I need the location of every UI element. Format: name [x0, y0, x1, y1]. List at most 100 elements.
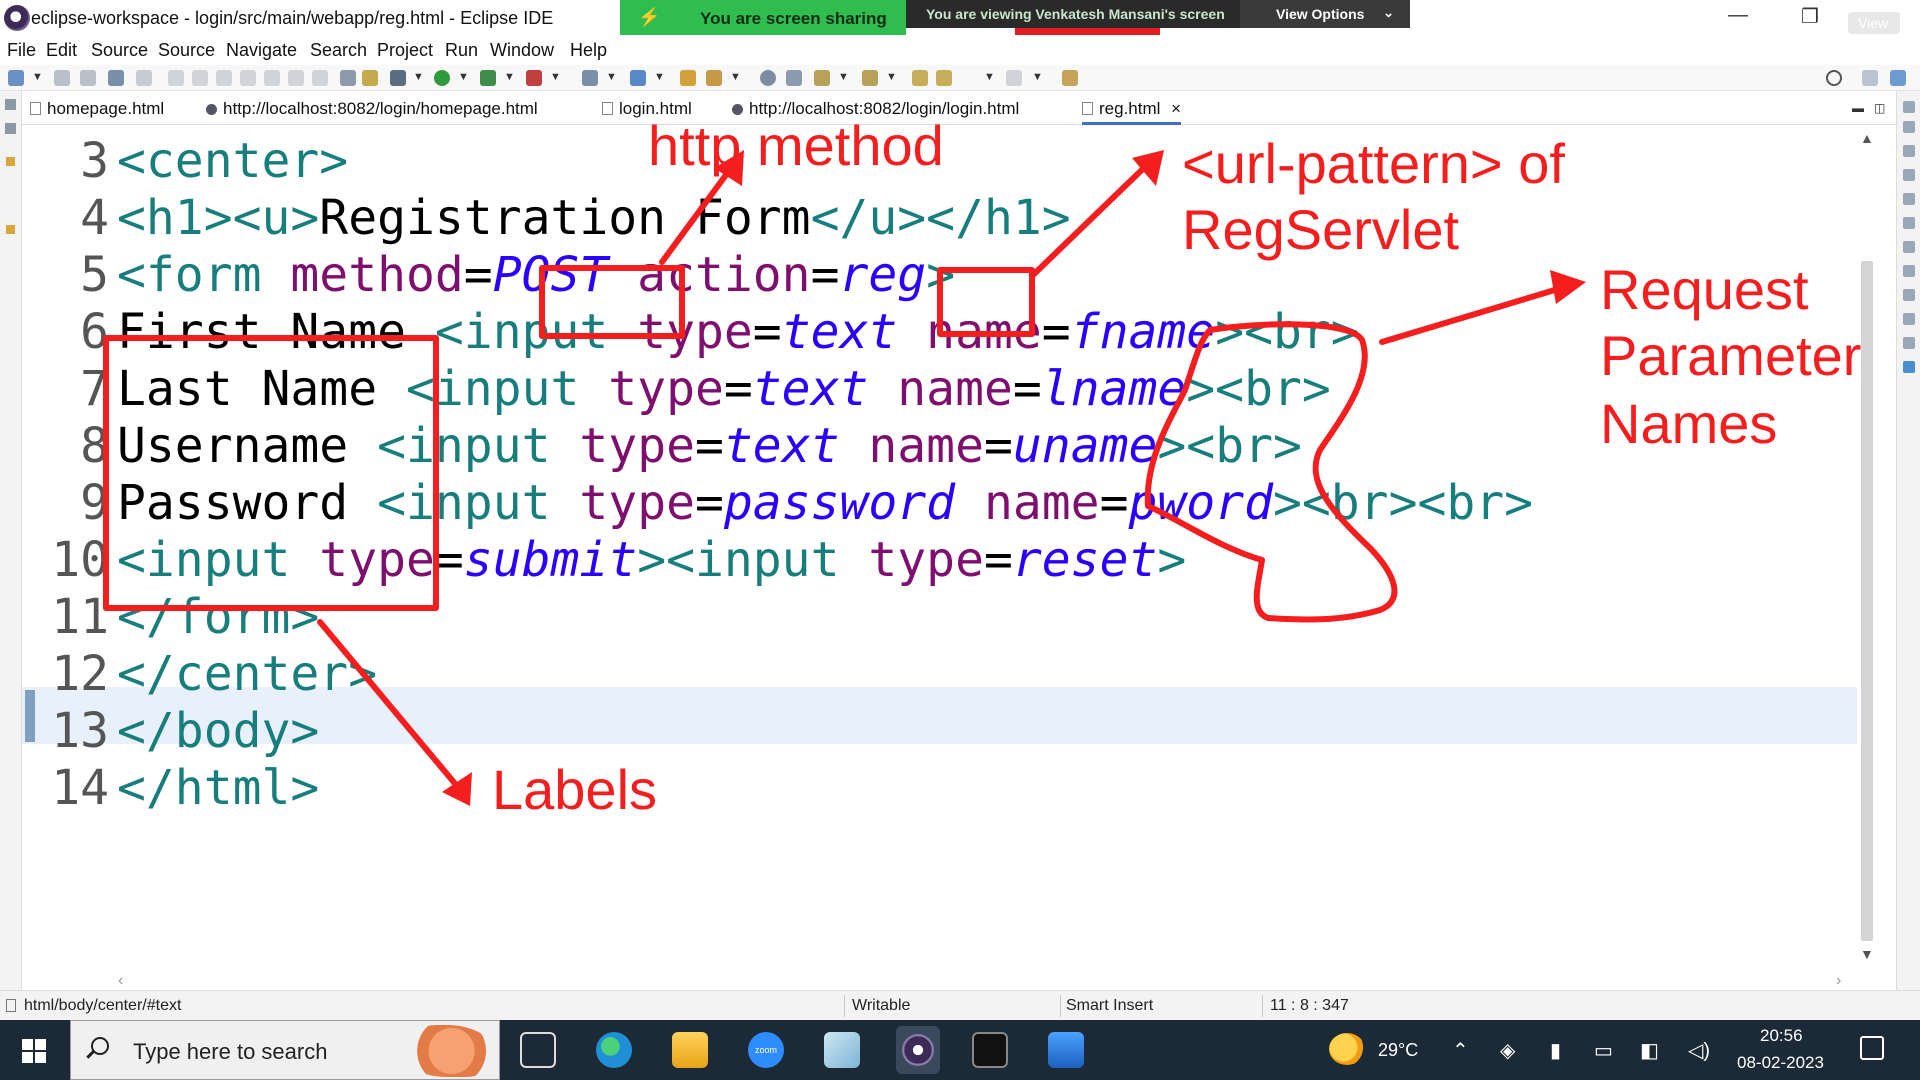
- code-line[interactable]: 8 Username <input type=text name=uname><b…: [22, 418, 1302, 475]
- scroll-up-icon[interactable]: ▲: [1860, 130, 1874, 146]
- menu-search[interactable]: Search: [310, 40, 367, 61]
- menu-edit[interactable]: Edit: [46, 40, 77, 61]
- clock-time[interactable]: 20:56: [1760, 1026, 1803, 1046]
- caret-down-icon[interactable]: ▼: [606, 71, 617, 83]
- tab-localhost-homepage[interactable]: http://localhost:8082/login/homepage.htm…: [206, 99, 538, 125]
- eclipse-taskbar-icon[interactable]: [896, 1026, 940, 1074]
- search-tool-icon[interactable]: [706, 70, 722, 86]
- weather-temperature[interactable]: 29°C: [1378, 1040, 1418, 1061]
- eclipse-logo-icon[interactable]: [4, 5, 30, 31]
- zoom-icon[interactable]: zoom: [748, 1032, 784, 1068]
- caret-down-icon[interactable]: ▼: [838, 71, 849, 83]
- caret-down-icon[interactable]: ▼: [1032, 71, 1043, 83]
- minimize-button[interactable]: —: [1718, 4, 1758, 30]
- scroll-left-icon[interactable]: ‹: [118, 972, 123, 990]
- use-step-filters-icon[interactable]: [340, 70, 356, 86]
- annotation-prev-icon[interactable]: [862, 70, 878, 86]
- notepad-icon[interactable]: [824, 1032, 860, 1068]
- step-return-icon[interactable]: [312, 70, 328, 86]
- scrollbar-thumb[interactable]: [1861, 261, 1873, 941]
- show-hidden-icons-icon[interactable]: ⌃: [1452, 1038, 1469, 1063]
- task-view-icon[interactable]: [520, 1032, 556, 1068]
- notification-center-icon[interactable]: [1860, 1036, 1884, 1060]
- edge-icon[interactable]: [596, 1032, 632, 1068]
- problems-icon[interactable]: [1903, 265, 1915, 277]
- microphone-icon[interactable]: ▮: [1550, 1038, 1561, 1063]
- maximize-editor-icon[interactable]: ◫: [1874, 101, 1885, 115]
- code-editor[interactable]: 3 <center> 4 <h1><u>Registration Form</u><…: [22, 126, 1876, 974]
- minimize-view-icon[interactable]: [1903, 101, 1915, 113]
- scroll-down-icon[interactable]: ▼: [1860, 946, 1874, 962]
- step-over-icon[interactable]: [288, 70, 304, 86]
- code-line[interactable]: 14 </html>: [22, 760, 319, 817]
- caret-down-icon[interactable]: ▼: [458, 71, 469, 83]
- terminal-icon[interactable]: [108, 70, 124, 86]
- caret-down-icon[interactable]: ▼: [984, 71, 995, 83]
- view-badge[interactable]: View: [1848, 12, 1900, 34]
- maximize-view-icon[interactable]: [1903, 121, 1915, 133]
- new-class-icon[interactable]: [630, 70, 646, 86]
- tab-reg-html[interactable]: reg.html ×: [1082, 99, 1182, 125]
- volume-icon[interactable]: ◁): [1688, 1038, 1710, 1063]
- caret-down-icon[interactable]: ▼: [413, 71, 424, 83]
- snippets-icon[interactable]: [1903, 241, 1915, 253]
- last-edit-icon[interactable]: [912, 70, 928, 86]
- code-line[interactable]: 5 <form method=POST action=reg>: [22, 247, 955, 304]
- run-icon[interactable]: [434, 70, 450, 86]
- weather-icon[interactable]: [1329, 1033, 1365, 1065]
- restore-button[interactable]: ❐: [1790, 4, 1830, 30]
- tab-homepage-html[interactable]: homepage.html: [30, 99, 164, 125]
- menu-source-2[interactable]: Source: [158, 40, 215, 61]
- step-into-icon[interactable]: [264, 70, 280, 86]
- vertical-scrollbar[interactable]: ▲ ▼: [1857, 126, 1877, 974]
- new-icon[interactable]: [8, 70, 24, 86]
- code-line[interactable]: 10 <input type=submit><input type=reset>: [22, 532, 1186, 589]
- data-source-icon[interactable]: [1903, 217, 1915, 229]
- code-line[interactable]: 3 <center>: [22, 133, 348, 190]
- servers-icon[interactable]: [1903, 193, 1915, 205]
- back-icon[interactable]: [936, 70, 952, 86]
- caret-down-icon[interactable]: ▼: [730, 71, 741, 83]
- debug-icon[interactable]: [390, 70, 406, 86]
- progress-icon[interactable]: [1903, 337, 1915, 349]
- menu-run[interactable]: Run: [445, 40, 478, 61]
- task-list-icon[interactable]: [1903, 169, 1915, 181]
- photos-icon[interactable]: [1048, 1032, 1084, 1068]
- pin-editor-icon[interactable]: [1062, 70, 1078, 86]
- code-line[interactable]: 13 </body>: [22, 703, 319, 760]
- search-icon[interactable]: [1826, 70, 1842, 86]
- menu-source[interactable]: Source: [91, 40, 148, 61]
- menu-help[interactable]: Help: [570, 40, 607, 61]
- properties-icon[interactable]: [1903, 313, 1915, 325]
- caret-down-icon[interactable]: ▼: [550, 71, 561, 83]
- meet-now-icon[interactable]: ◈: [1500, 1038, 1515, 1063]
- caret-down-icon[interactable]: ▼: [504, 71, 515, 83]
- web-browser-icon[interactable]: [760, 70, 776, 86]
- view-options-button[interactable]: View Options ⌄: [1240, 0, 1410, 28]
- taskbar-search[interactable]: Type here to search: [70, 1020, 500, 1080]
- restore-view-icon[interactable]: [5, 99, 16, 110]
- code-line[interactable]: 9 Password <input type=password name=pwor…: [22, 475, 1533, 532]
- new-server-icon[interactable]: [582, 70, 598, 86]
- outline-icon[interactable]: [1903, 145, 1915, 157]
- java-ee-perspective-icon[interactable]: [1890, 70, 1906, 86]
- code-line[interactable]: 11 </form>: [22, 589, 319, 646]
- coverage-icon[interactable]: [480, 70, 496, 86]
- network-icon[interactable]: ◧: [1640, 1038, 1659, 1063]
- minimize-editor-icon[interactable]: ▬: [1852, 101, 1864, 115]
- resume-icon[interactable]: [168, 70, 184, 86]
- scroll-right-icon[interactable]: ›: [1836, 972, 1841, 990]
- code-line[interactable]: 4 <h1><u>Registration Form</u></h1>: [22, 190, 1071, 247]
- suspend-icon[interactable]: [192, 70, 208, 86]
- caret-down-icon[interactable]: ▼: [886, 71, 897, 83]
- console-icon[interactable]: [1903, 289, 1915, 301]
- menu-project[interactable]: Project: [377, 40, 433, 61]
- code-line[interactable]: 6 First Name <input type=text name=fname>…: [22, 304, 1360, 361]
- external-tools-icon[interactable]: [526, 70, 542, 86]
- clock-date[interactable]: 08-02-2023: [1737, 1053, 1824, 1073]
- windows-start-icon[interactable]: [22, 1039, 46, 1063]
- open-perspective-icon[interactable]: [1862, 70, 1878, 86]
- code-line[interactable]: 12 </center>: [22, 646, 377, 703]
- save-all-icon[interactable]: [80, 70, 96, 86]
- close-tab-icon[interactable]: ×: [1171, 99, 1181, 118]
